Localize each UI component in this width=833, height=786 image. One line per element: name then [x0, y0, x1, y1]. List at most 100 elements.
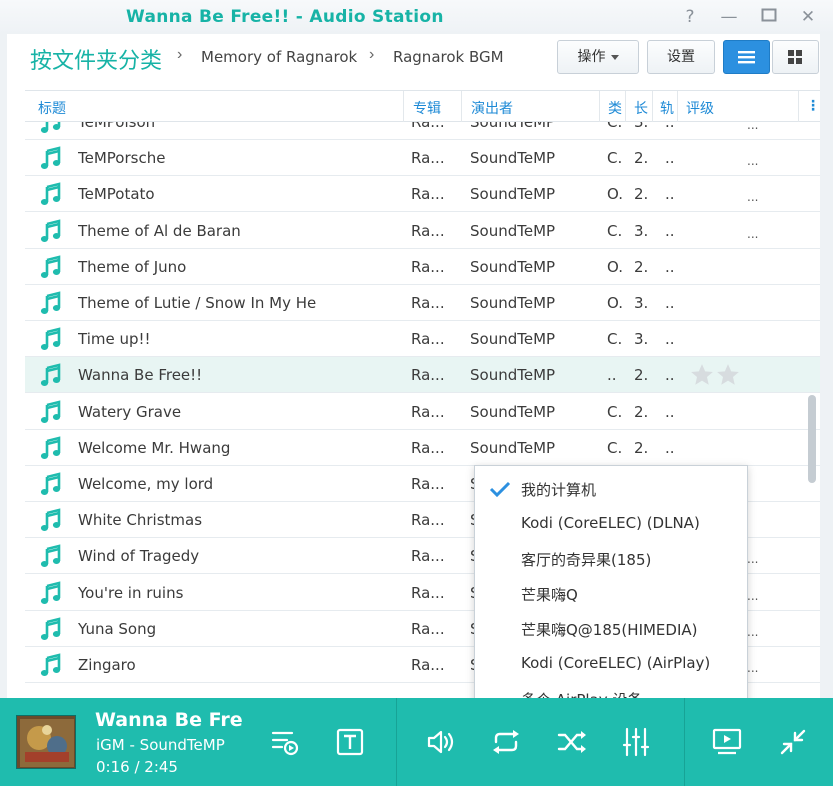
menu-item-device[interactable]: Kodi (CoreELEC) (AirPlay) [475, 646, 747, 681]
cell-album: Ra... [411, 185, 445, 204]
column-menu-icon[interactable]: ⋮ [806, 98, 820, 114]
music-note-icon [39, 255, 63, 279]
menu-item-device[interactable]: Kodi (CoreELEC) (DLNA) [475, 506, 747, 541]
rating-stars[interactable] [689, 362, 741, 393]
menu-item-device[interactable]: 客厅的奇异果(185) [475, 541, 747, 576]
cell-title: Theme of Juno [78, 257, 187, 276]
column-track[interactable]: 轨 [660, 98, 674, 118]
cell-length: 2. [634, 185, 649, 204]
music-note-icon [39, 122, 63, 134]
repeat-icon[interactable] [489, 725, 523, 759]
cell-title: Wind of Tragedy [78, 547, 200, 566]
column-title[interactable]: 标题 [38, 98, 66, 118]
cell-track: .. [665, 402, 675, 421]
table-row[interactable]: TeMPorsche Ra... SoundTeMP C. 2...... [25, 140, 820, 177]
column-artist[interactable]: 演出者 [471, 98, 513, 118]
equalizer-icon[interactable] [619, 725, 653, 759]
play-queue-icon[interactable] [268, 725, 302, 759]
player-divider [396, 698, 397, 786]
menu-item-device[interactable]: 芒果嗨Q [475, 576, 747, 611]
cell-type: O. [607, 257, 623, 276]
cell-length: 3. [634, 330, 649, 349]
breadcrumb-root[interactable]: 按文件夹分类 [30, 43, 162, 75]
breadcrumb-separator: › [369, 46, 375, 63]
column-type[interactable]: 类 [608, 98, 622, 118]
table-row[interactable]: Theme of Juno Ra... SoundTeMP O. 2... [25, 249, 820, 285]
star-icon[interactable] [689, 364, 715, 392]
cell-length: 2. [634, 149, 649, 168]
menu-item-device[interactable]: 芒果嗨Q@185(HIMEDIA) [475, 611, 747, 646]
album-cover[interactable] [16, 715, 76, 769]
cell-album: Ra... [411, 438, 445, 457]
cell-overflow: ... [747, 154, 759, 169]
music-note-icon [39, 291, 63, 315]
cell-album: Ra... [411, 330, 445, 349]
music-note-icon [39, 182, 63, 206]
cell-artist: SoundTeMP [470, 185, 556, 204]
table-row[interactable]: Theme of Al de Baran Ra... SoundTeMP C. 3...… [25, 213, 820, 249]
table-row[interactable]: Theme of Lutie / Snow In My He Ra... Sound… [25, 285, 820, 321]
cell-title: Yuna Song [78, 619, 157, 638]
cell-title: Welcome Mr. Hwang [78, 438, 231, 457]
lyrics-icon[interactable] [333, 725, 367, 759]
cell-type: C. [607, 122, 623, 131]
toolbar: 按文件夹分类 › Memory of Ragnarok › Ragnarok B… [7, 34, 820, 90]
column-album[interactable]: 专辑 [413, 98, 441, 118]
action-button-label: 操作 [577, 49, 606, 65]
table-row[interactable]: Welcome Mr. Hwang Ra... SoundTeMP C. 2... [25, 430, 820, 466]
cell-type: O. [607, 294, 623, 312]
window-title: Wanna Be Free!! - Audio Station [126, 7, 444, 27]
close-icon[interactable]: ✕ [797, 6, 819, 28]
cell-album: Ra... [411, 149, 445, 168]
menu-item-device[interactable]: 我的计算机 [475, 471, 747, 506]
cell-artist: SoundTeMP [470, 257, 556, 276]
playback-time: 0:16 / 2:45 [96, 758, 178, 776]
music-note-icon [39, 617, 63, 641]
music-note-icon [39, 508, 63, 532]
breadcrumb-current[interactable]: Ragnarok BGM [393, 48, 504, 66]
cell-title: TeMPoison [78, 122, 156, 131]
scrollbar-thumb[interactable] [808, 395, 816, 483]
chevron-down-icon [610, 54, 619, 60]
shuffle-icon[interactable] [555, 725, 589, 759]
table-row[interactable]: TeMPoison Ra... SoundTeMP C. 3...... [25, 122, 820, 140]
music-note-icon [39, 146, 63, 170]
cell-type: C. [607, 438, 623, 457]
column-length[interactable]: 长 [634, 98, 648, 118]
cell-album: Ra... [411, 511, 445, 530]
cell-title: Watery Grave [78, 402, 182, 421]
checkmark-icon [489, 480, 511, 498]
help-icon[interactable]: ? [679, 6, 701, 28]
output-device-icon[interactable] [710, 725, 744, 759]
volume-icon[interactable] [424, 725, 458, 759]
table-row[interactable]: Watery Grave Ra... SoundTeMP C. 2... [25, 394, 820, 430]
collapse-icon[interactable] [776, 725, 810, 759]
column-divider [625, 91, 626, 122]
cell-overflow: ... [747, 624, 759, 639]
settings-button[interactable]: 设置 [647, 40, 715, 74]
music-note-icon [39, 399, 63, 424]
maximize-icon[interactable] [758, 6, 780, 28]
window-frame-left [0, 34, 7, 698]
grid-view-button[interactable] [772, 40, 819, 74]
cell-overflow: ... [747, 190, 759, 205]
table-row[interactable]: Wanna Be Free!! Ra... SoundTeMP.. 2... [25, 357, 820, 394]
table-row[interactable]: TeMPotato Ra... SoundTeMP O. 2...... [25, 176, 820, 213]
cell-title: Time up!! [78, 330, 151, 349]
cell-type: C. [607, 402, 623, 421]
cell-type: C. [607, 330, 623, 349]
cell-length: 3. [634, 122, 649, 131]
column-rating[interactable]: 评级 [686, 98, 714, 118]
table-row[interactable]: Time up!! Ra... SoundTeMP C. 3... [25, 321, 820, 358]
cell-artist: SoundTeMP [470, 221, 556, 240]
star-icon[interactable] [715, 364, 741, 392]
action-button[interactable]: 操作 [557, 40, 639, 74]
cell-artist: SoundTeMP [470, 294, 556, 312]
cell-album: Ra... [411, 656, 445, 674]
column-divider [798, 91, 799, 122]
list-view-button[interactable] [723, 40, 770, 74]
cell-title: Zingaro [78, 656, 136, 674]
minimize-icon[interactable]: — [718, 6, 740, 28]
breadcrumb-folder[interactable]: Memory of Ragnarok [201, 48, 357, 66]
now-playing-title: Wanna Be Fre [95, 709, 243, 731]
